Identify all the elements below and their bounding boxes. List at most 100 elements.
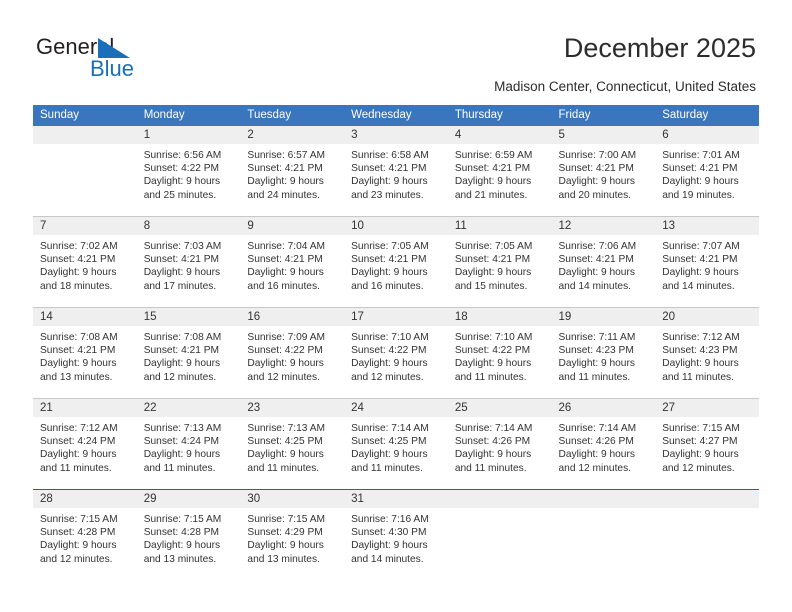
day-details: Sunrise: 7:08 AM Sunset: 4:21 PM Daylight:… — [33, 326, 137, 384]
day-cell[interactable]: 14 Sunrise: 7:08 AM Sunset: 4:21 PM Dayligh… — [33, 308, 137, 398]
weekday-header-thursday: Thursday — [447, 105, 552, 126]
day-detail-line: Sunrise: 7:09 AM — [247, 332, 325, 343]
day-cell[interactable]: 29 Sunrise: 7:15 AM Sunset: 4:28 PM Dayligh… — [136, 490, 241, 580]
day-details: Sunrise: 7:04 AM Sunset: 4:21 PM Daylight:… — [240, 235, 344, 293]
day-cell[interactable]: 26 Sunrise: 7:14 AM Sunset: 4:26 PM Dayligh… — [551, 399, 656, 489]
day-cell[interactable]: 23 Sunrise: 7:13 AM Sunset: 4:25 PM Dayligh… — [240, 399, 345, 489]
weekday-header-friday: Friday — [551, 105, 656, 126]
day-cell[interactable]: 27 Sunrise: 7:15 AM Sunset: 4:27 PM Dayligh… — [655, 399, 759, 489]
day-cell[interactable]: 2 Sunrise: 6:57 AM Sunset: 4:21 PM Daylight… — [240, 126, 345, 216]
day-cell[interactable]: 20 Sunrise: 7:12 AM Sunset: 4:23 PM Dayligh… — [655, 308, 759, 398]
day-detail-line: and 12 minutes. — [247, 371, 320, 383]
calendar-cell: 11 Sunrise: 7:05 AM Sunset: 4:21 PM Dayligh… — [447, 216, 552, 308]
day-detail-line: and 17 minutes. — [143, 280, 217, 292]
day-number: 9 — [240, 217, 345, 235]
day-detail-line: Sunrise: 7:15 AM — [40, 514, 118, 525]
day-detail-line: Daylight: 9 hours — [247, 267, 324, 279]
day-detail-line: Sunset: 4:23 PM — [662, 345, 738, 357]
day-detail-line: Sunset: 4:25 PM — [247, 436, 323, 448]
day-cell[interactable]: 25 Sunrise: 7:14 AM Sunset: 4:26 PM Dayligh… — [447, 399, 552, 489]
day-detail-line: Sunrise: 6:56 AM — [143, 150, 222, 161]
calendar-cell: 16 Sunrise: 7:09 AM Sunset: 4:22 PM Dayligh… — [240, 307, 345, 399]
day-detail-line: and 12 minutes. — [558, 462, 632, 474]
day-cell[interactable]: 30 Sunrise: 7:15 AM Sunset: 4:29 PM Dayligh… — [240, 490, 345, 580]
calendar-body: 1 Sunrise: 6:56 AM Sunset: 4:22 PM Daylight… — [33, 126, 759, 580]
day-detail-line: Daylight: 9 hours — [662, 176, 739, 188]
day-cell[interactable]: 24 Sunrise: 7:14 AM Sunset: 4:25 PM Dayligh… — [344, 399, 448, 489]
day-cell[interactable]: 4 Sunrise: 6:59 AM Sunset: 4:21 PM Daylight… — [447, 126, 552, 216]
day-detail-line: Sunset: 4:21 PM — [558, 163, 634, 175]
day-cell[interactable]: 17 Sunrise: 7:10 AM Sunset: 4:22 PM Dayligh… — [344, 308, 448, 398]
day-detail-line: and 11 minutes. — [351, 462, 423, 474]
day-number: 6 — [655, 126, 759, 144]
calendar-week-row: 7 Sunrise: 7:02 AM Sunset: 4:21 PM Daylight… — [33, 216, 759, 308]
day-cell[interactable]: 22 Sunrise: 7:13 AM Sunset: 4:24 PM Dayligh… — [136, 399, 241, 489]
day-details: Sunrise: 7:14 AM Sunset: 4:26 PM Daylight:… — [552, 417, 656, 475]
weekday-header-monday: Monday — [136, 105, 241, 126]
page-title: December 2025 — [563, 33, 756, 63]
day-detail-line: and 25 minutes. — [143, 189, 217, 201]
day-cell[interactable]: 28 Sunrise: 7:15 AM Sunset: 4:28 PM Dayligh… — [33, 490, 137, 580]
day-number: 1 — [136, 126, 241, 144]
day-number: 11 — [447, 217, 552, 235]
day-number: 10 — [344, 217, 448, 235]
day-detail-line: Sunset: 4:21 PM — [143, 254, 220, 266]
calendar-cell: 22 Sunrise: 7:13 AM Sunset: 4:24 PM Dayligh… — [136, 398, 241, 490]
day-details: Sunrise: 7:11 AM Sunset: 4:23 PM Daylight:… — [552, 326, 656, 384]
day-details: Sunrise: 7:05 AM Sunset: 4:21 PM Daylight:… — [344, 235, 448, 293]
calendar-cell: 10 Sunrise: 7:05 AM Sunset: 4:21 PM Dayligh… — [344, 216, 448, 308]
triangle-icon — [98, 38, 130, 58]
day-detail-line: Daylight: 9 hours — [351, 267, 428, 279]
day-cell[interactable]: 31 Sunrise: 7:16 AM Sunset: 4:30 PM Dayligh… — [344, 490, 448, 580]
day-number: 3 — [344, 126, 448, 144]
day-number: 20 — [655, 308, 759, 326]
day-detail-line: Sunrise: 7:10 AM — [454, 332, 533, 343]
day-detail-line: Daylight: 9 hours — [40, 267, 117, 279]
day-cell[interactable]: 21 Sunrise: 7:12 AM Sunset: 4:24 PM Dayligh… — [33, 399, 137, 489]
day-cell[interactable]: 19 Sunrise: 7:11 AM Sunset: 4:23 PM Dayligh… — [551, 308, 656, 398]
day-detail-line: Sunset: 4:22 PM — [454, 345, 531, 357]
calendar-cell: 26 Sunrise: 7:14 AM Sunset: 4:26 PM Dayligh… — [551, 398, 656, 490]
calendar-week-row: 21 Sunrise: 7:12 AM Sunset: 4:24 PM Dayligh… — [33, 398, 759, 490]
day-detail-line: Sunrise: 7:12 AM — [40, 423, 118, 434]
day-details: Sunrise: 7:10 AM Sunset: 4:22 PM Daylight:… — [344, 326, 448, 384]
day-cell-empty — [551, 490, 656, 580]
day-number: 7 — [33, 217, 137, 235]
day-cell[interactable]: 11 Sunrise: 7:05 AM Sunset: 4:21 PM Dayligh… — [447, 217, 552, 307]
day-detail-line: and 11 minutes. — [40, 462, 112, 474]
day-detail-line: Sunset: 4:21 PM — [454, 254, 531, 266]
calendar-cell: 1 Sunrise: 6:56 AM Sunset: 4:22 PM Daylight… — [136, 126, 241, 217]
day-number: 23 — [240, 399, 345, 417]
day-cell[interactable]: 13 Sunrise: 7:07 AM Sunset: 4:21 PM Dayligh… — [655, 217, 759, 307]
day-detail-line: Daylight: 9 hours — [247, 176, 324, 188]
brand-name-bottom: Blue — [90, 56, 135, 81]
calendar-week-row: 28 Sunrise: 7:15 AM Sunset: 4:28 PM Dayligh… — [33, 489, 759, 580]
day-cell[interactable]: 1 Sunrise: 6:56 AM Sunset: 4:22 PM Daylight… — [136, 126, 241, 216]
day-detail-line: Daylight: 9 hours — [351, 176, 428, 188]
calendar-cell — [655, 489, 759, 580]
calendar-cell: 6 Sunrise: 7:01 AM Sunset: 4:21 PM Daylight… — [655, 126, 759, 217]
day-cell[interactable]: 15 Sunrise: 7:08 AM Sunset: 4:21 PM Dayligh… — [136, 308, 241, 398]
calendar-cell: 28 Sunrise: 7:15 AM Sunset: 4:28 PM Dayligh… — [33, 489, 137, 580]
day-detail-line: Sunset: 4:28 PM — [40, 527, 116, 539]
day-cell[interactable]: 18 Sunrise: 7:10 AM Sunset: 4:22 PM Dayligh… — [447, 308, 552, 398]
day-detail-line: Sunrise: 7:13 AM — [247, 423, 325, 434]
day-number — [447, 490, 552, 508]
day-detail-line: Sunset: 4:26 PM — [454, 436, 531, 448]
day-cell[interactable]: 16 Sunrise: 7:09 AM Sunset: 4:22 PM Dayligh… — [240, 308, 345, 398]
brand-logo[interactable]: General Blue — [36, 35, 206, 83]
day-cell[interactable]: 7 Sunrise: 7:02 AM Sunset: 4:21 PM Daylight… — [33, 217, 137, 307]
day-cell[interactable]: 6 Sunrise: 7:01 AM Sunset: 4:21 PM Daylight… — [655, 126, 759, 216]
calendar-cell: 30 Sunrise: 7:15 AM Sunset: 4:29 PM Dayligh… — [240, 489, 345, 580]
day-cell[interactable]: 3 Sunrise: 6:58 AM Sunset: 4:21 PM Daylight… — [344, 126, 448, 216]
day-cell[interactable]: 10 Sunrise: 7:05 AM Sunset: 4:21 PM Dayligh… — [344, 217, 448, 307]
day-details: Sunrise: 6:57 AM Sunset: 4:21 PM Daylight:… — [240, 144, 344, 202]
day-detail-line: Daylight: 9 hours — [351, 540, 428, 552]
day-details: Sunrise: 6:58 AM Sunset: 4:21 PM Daylight:… — [344, 144, 448, 202]
day-cell[interactable]: 12 Sunrise: 7:06 AM Sunset: 4:21 PM Dayligh… — [551, 217, 656, 307]
calendar-table: Sunday Monday Tuesday Wednesday Thursday… — [33, 105, 759, 580]
day-cell[interactable]: 9 Sunrise: 7:04 AM Sunset: 4:21 PM Daylight… — [240, 217, 345, 307]
calendar-cell: 23 Sunrise: 7:13 AM Sunset: 4:25 PM Dayligh… — [240, 398, 345, 490]
day-cell[interactable]: 5 Sunrise: 7:00 AM Sunset: 4:21 PM Daylight… — [551, 126, 656, 216]
day-cell[interactable]: 8 Sunrise: 7:03 AM Sunset: 4:21 PM Daylight… — [136, 217, 241, 307]
